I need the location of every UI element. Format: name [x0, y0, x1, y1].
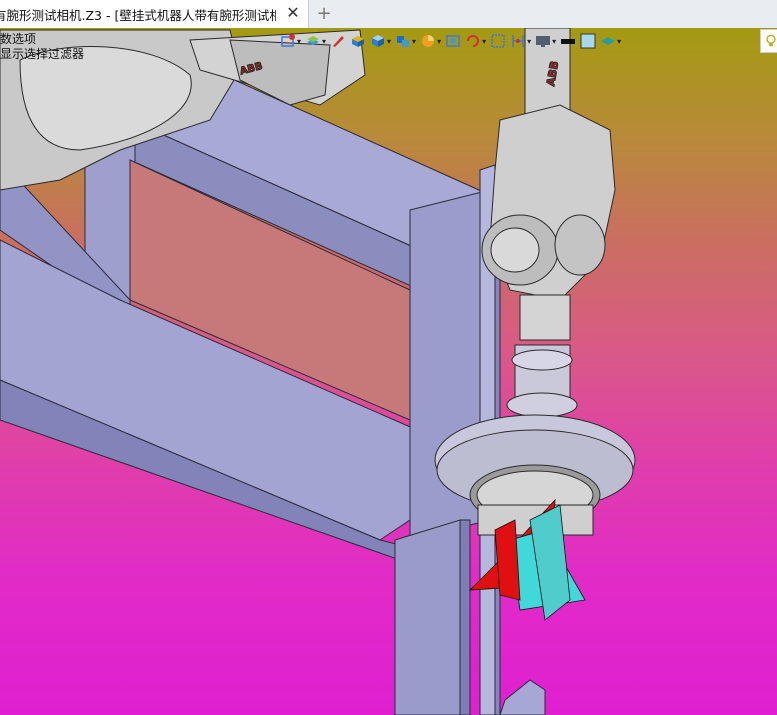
lightbulb-icon	[766, 34, 776, 47]
cube-yellow-button[interactable]	[350, 30, 366, 52]
cube-blue-icon	[372, 35, 385, 47]
cube-multi-button[interactable]: ▾	[395, 30, 416, 52]
new-tab-button[interactable]: +	[314, 4, 334, 24]
lightbulb-button[interactable]	[760, 29, 777, 53]
rotate-icon	[467, 35, 480, 47]
overlay-line-2: 显示选择过滤器	[0, 47, 85, 61]
view-box-button[interactable]: ▾	[280, 30, 301, 52]
cad-scene: ABB ABB	[0, 28, 636, 715]
cube-multi-icon	[397, 36, 410, 47]
layers-icon	[307, 36, 320, 45]
robot-arm: ABB	[481, 28, 616, 418]
pie-icon	[422, 35, 435, 47]
black-bar-icon	[561, 39, 576, 44]
rotate-button[interactable]: ▾	[465, 30, 486, 52]
tab-strip: 有腕形测试相机.Z3 - [壁挂式机器人带有腕形测试相机] ✕ +	[0, 0, 777, 29]
square-icon	[580, 33, 596, 49]
overlay-hint: 数选项 显示选择过滤器	[0, 32, 84, 62]
3d-viewport[interactable]: ABB ABB 数选项 显示选择过滤器 ▾ ▾ ▾ ▾ ▾ ▾ ▾ ▾ ▾	[0, 28, 777, 715]
monitor-icon	[536, 36, 551, 47]
plane-icon	[601, 37, 616, 45]
close-tab-icon[interactable]: ✕	[284, 4, 302, 22]
pen-icon	[333, 36, 345, 47]
view-toolbar: ▾ ▾ ▾ ▾ ▾ ▾ ▾ ▾ ▾	[280, 28, 777, 54]
pen-button[interactable]	[330, 30, 346, 52]
frame-button[interactable]	[490, 30, 506, 52]
overlay-line-1: 数选项	[0, 32, 37, 46]
cube-blue-button[interactable]: ▾	[370, 30, 391, 52]
bracket-button[interactable]: ▾	[510, 30, 531, 52]
square-button[interactable]	[580, 30, 596, 52]
layers-button[interactable]: ▾	[305, 30, 326, 52]
plane-button[interactable]: ▾	[600, 30, 621, 52]
view-box-icon	[281, 34, 295, 47]
camera-button[interactable]	[445, 30, 461, 52]
camera-icon	[446, 35, 460, 47]
cube-yellow-icon	[352, 36, 365, 47]
document-tab[interactable]: 有腕形测试相机.Z3 - [壁挂式机器人带有腕形测试相机] ✕	[0, 0, 309, 28]
black-bar-button[interactable]	[560, 30, 576, 52]
pie-button[interactable]: ▾	[420, 30, 441, 52]
document-tab-label: 有腕形测试相机.Z3 - [壁挂式机器人带有腕形测试相机]	[0, 7, 276, 23]
frame-icon	[491, 34, 505, 48]
bracket-icon	[512, 35, 524, 47]
monitor-button[interactable]: ▾	[535, 30, 556, 52]
